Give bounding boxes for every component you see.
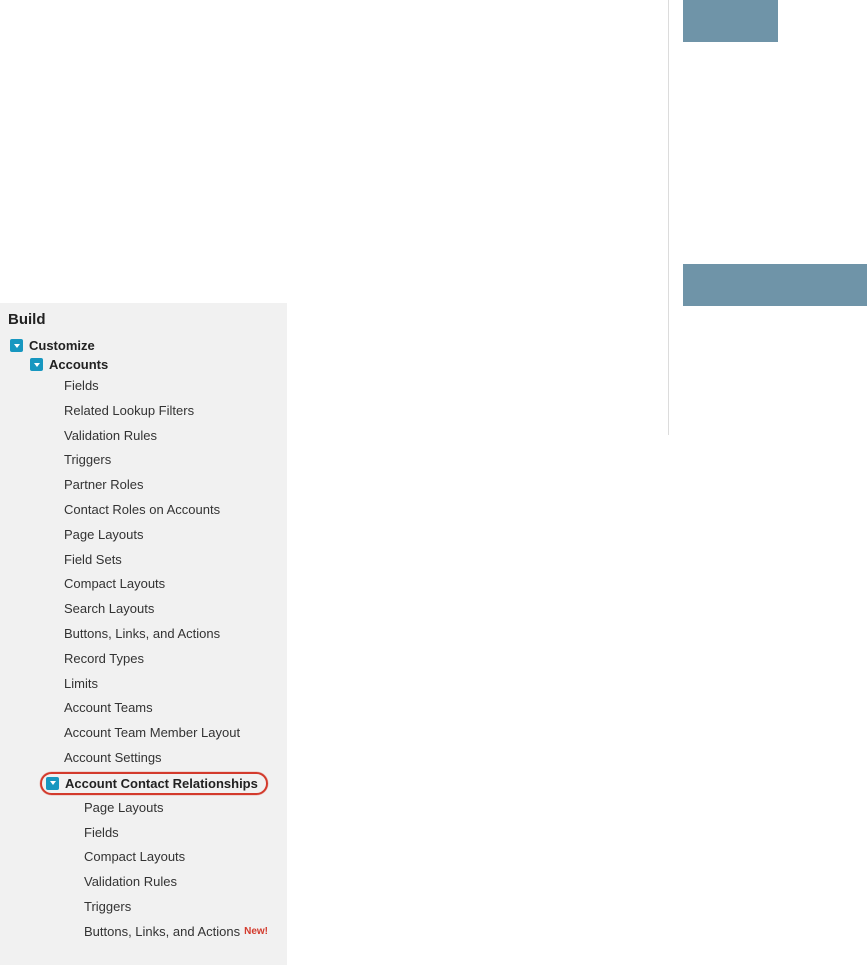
nav-label: Partner Roles <box>64 475 143 496</box>
tree-node-accounts[interactable]: Accounts <box>0 355 287 374</box>
tree-node-customize[interactable]: Customize <box>0 336 287 355</box>
nav-account-teams[interactable]: Account Teams <box>0 696 287 721</box>
nav-label: Account Teams <box>64 698 153 719</box>
nav-acr-fields[interactable]: Fields <box>0 821 287 846</box>
nav-label: Buttons, Links, and Actions <box>64 624 220 645</box>
setup-sidebar: Build Customize Accounts Fields Related … <box>0 303 287 965</box>
expand-icon[interactable] <box>10 339 23 352</box>
nav-label: Compact Layouts <box>64 574 165 595</box>
highlight-callout: Account Contact Relationships <box>40 772 268 795</box>
expand-icon[interactable] <box>30 358 43 371</box>
nav-label: Validation Rules <box>84 872 177 893</box>
nav-acr-page-layouts[interactable]: Page Layouts <box>0 796 287 821</box>
nav-account-settings[interactable]: Account Settings <box>0 746 287 771</box>
nav-acr-validation-rules[interactable]: Validation Rules <box>0 870 287 895</box>
nav-label: Field Sets <box>64 550 122 571</box>
tree-node-account-contact-relationships[interactable]: Account Contact Relationships <box>0 771 287 796</box>
accounts-label: Accounts <box>49 357 108 372</box>
nav-acr-compact-layouts[interactable]: Compact Layouts <box>0 845 287 870</box>
nav-label: Account Team Member Layout <box>64 723 240 744</box>
nav-triggers[interactable]: Triggers <box>0 448 287 473</box>
nav-label: Record Types <box>64 649 144 670</box>
nav-record-types[interactable]: Record Types <box>0 647 287 672</box>
nav-label: Triggers <box>84 897 131 918</box>
nav-fields[interactable]: Fields <box>0 374 287 399</box>
section-header-build: Build <box>0 311 287 336</box>
nav-label: Triggers <box>64 450 111 471</box>
nav-acr-triggers[interactable]: Triggers <box>0 895 287 920</box>
acr-label: Account Contact Relationships <box>65 776 258 791</box>
nav-label: Contact Roles on Accounts <box>64 500 220 521</box>
customize-label: Customize <box>29 338 95 353</box>
nav-page-layouts[interactable]: Page Layouts <box>0 523 287 548</box>
nav-account-team-member-layout[interactable]: Account Team Member Layout <box>0 721 287 746</box>
new-badge: New! <box>244 924 268 940</box>
nav-search-layouts[interactable]: Search Layouts <box>0 597 287 622</box>
decorative-block-top <box>683 0 778 42</box>
expand-icon[interactable] <box>46 777 59 790</box>
nav-label: Related Lookup Filters <box>64 401 194 422</box>
right-divider <box>668 0 867 435</box>
nav-label: Account Settings <box>64 748 162 769</box>
nav-label: Page Layouts <box>84 798 164 819</box>
nav-label: Fields <box>84 823 119 844</box>
decorative-block-bottom <box>683 264 867 306</box>
nav-acr-buttons-links-actions[interactable]: Buttons, Links, and Actions New! <box>0 920 287 945</box>
nav-label: Limits <box>64 674 98 695</box>
nav-label: Compact Layouts <box>84 847 185 868</box>
nav-label: Buttons, Links, and Actions <box>84 922 240 943</box>
nav-label: Page Layouts <box>64 525 144 546</box>
nav-partner-roles[interactable]: Partner Roles <box>0 473 287 498</box>
nav-limits[interactable]: Limits <box>0 672 287 697</box>
nav-validation-rules[interactable]: Validation Rules <box>0 424 287 449</box>
nav-label: Fields <box>64 376 99 397</box>
nav-contact-roles-on-accounts[interactable]: Contact Roles on Accounts <box>0 498 287 523</box>
nav-compact-layouts[interactable]: Compact Layouts <box>0 572 287 597</box>
nav-label: Search Layouts <box>64 599 154 620</box>
nav-buttons-links-actions[interactable]: Buttons, Links, and Actions <box>0 622 287 647</box>
nav-related-lookup-filters[interactable]: Related Lookup Filters <box>0 399 287 424</box>
nav-label: Validation Rules <box>64 426 157 447</box>
nav-field-sets[interactable]: Field Sets <box>0 548 287 573</box>
